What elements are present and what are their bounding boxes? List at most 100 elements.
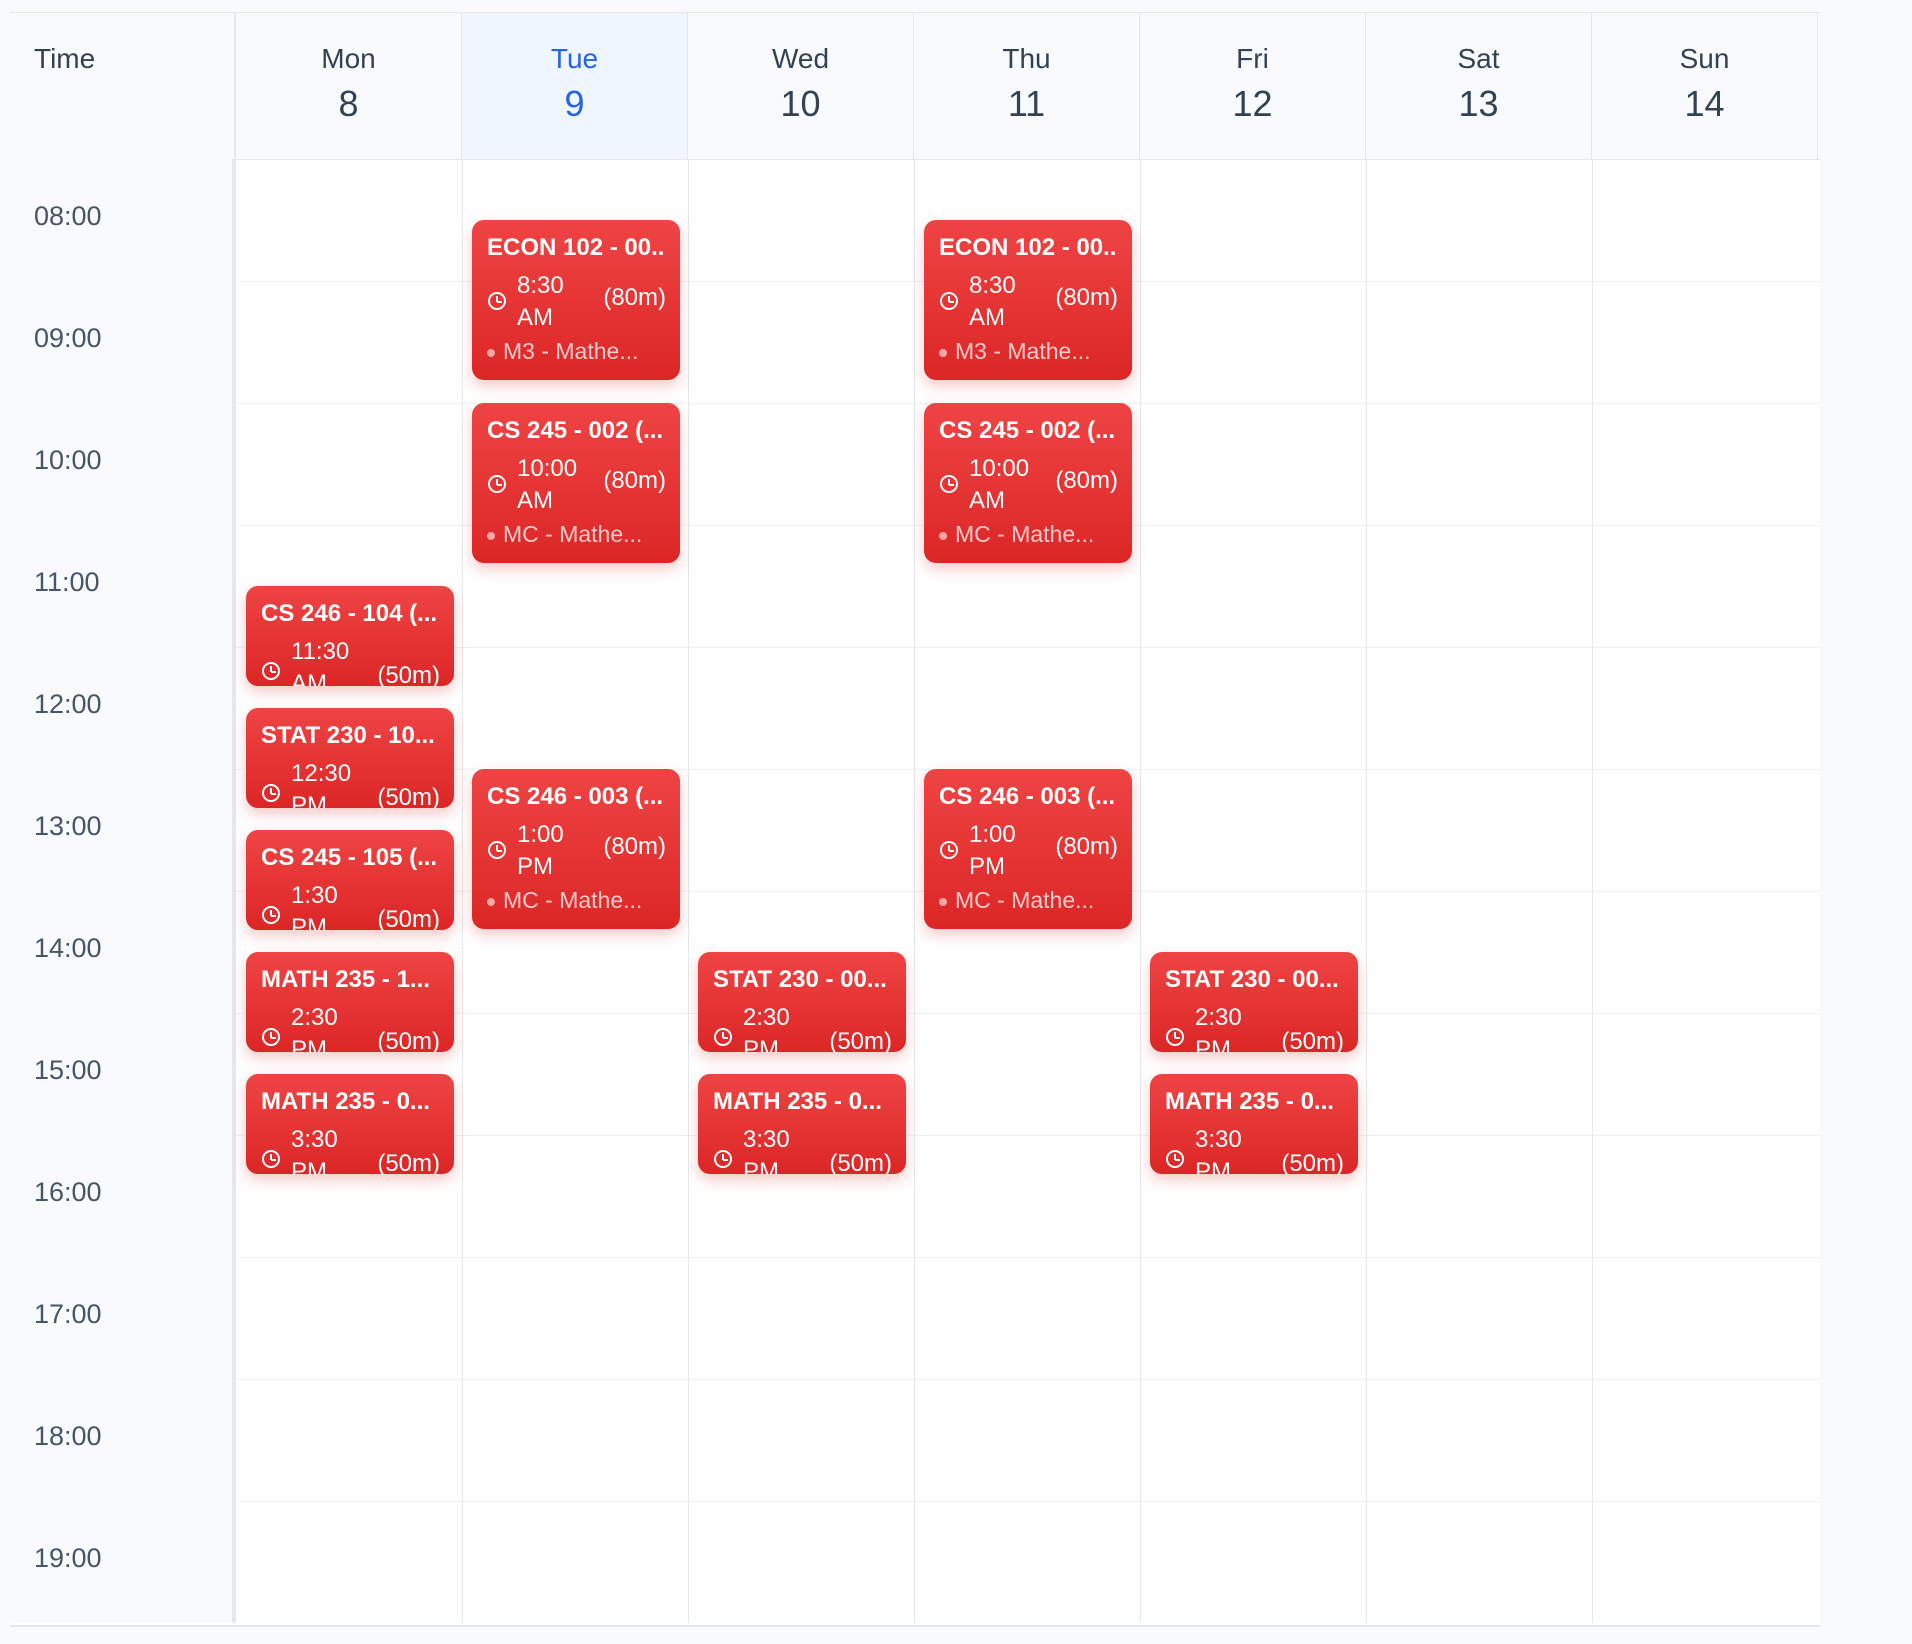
event-time: 11:30 AM: [291, 638, 350, 686]
time-label: 18:00: [34, 1421, 102, 1451]
event-card[interactable]: STAT 230 - 10... 12:30 PM (50m): [246, 708, 454, 808]
event-card[interactable]: STAT 230 - 00... 2:30 PM (50m): [698, 952, 906, 1052]
event-duration: (80m): [1055, 284, 1118, 311]
day-divider: [1592, 159, 1593, 1623]
event-time: 1:30 PM: [291, 882, 338, 930]
event-duration: (80m): [603, 284, 666, 311]
day-name: Wed: [771, 43, 830, 74]
event-time: 3:30 PM: [291, 1126, 338, 1174]
event-title: STAT 230 - 00...: [713, 966, 887, 993]
event-title: CS 246 - 003 (...: [939, 783, 1116, 810]
event-duration: (50m): [1281, 1028, 1344, 1052]
event-card[interactable]: MATH 235 - 0... 3:30 PM (50m): [698, 1074, 906, 1174]
event-card[interactable]: MATH 235 - 0... 3:30 PM (50m): [246, 1074, 454, 1174]
day-header-sun[interactable]: Sun 14: [1592, 13, 1818, 159]
event-title: STAT 230 - 00...: [1165, 966, 1339, 993]
day-name: Fri: [1236, 43, 1269, 74]
day-number: 13: [1458, 83, 1499, 124]
event-duration: (50m): [377, 1028, 440, 1052]
day-number: 12: [1232, 83, 1273, 124]
time-label: 16:00: [34, 1177, 102, 1207]
time-label: 11:00: [34, 567, 100, 597]
event-card[interactable]: MATH 235 - 0... 3:30 PM (50m): [1150, 1074, 1358, 1174]
day-divider: [1366, 159, 1367, 1623]
event-card[interactable]: ECON 102 - 00... 8:30 AM (80m) M3 - Mathe…: [924, 220, 1132, 380]
event-card[interactable]: CS 245 - 002 (... 10:00 AM (80m) MC - Mat…: [472, 403, 680, 563]
event-location-text: MC - Mathe...: [503, 521, 643, 547]
clock-icon: [488, 292, 506, 310]
event-card[interactable]: MATH 235 - 1... 2:30 PM (50m): [246, 952, 454, 1052]
clock-icon: [488, 475, 506, 493]
event-title: CS 245 - 002 (...: [487, 417, 664, 444]
event-location-text: MC - Mathe...: [955, 521, 1095, 547]
event-location: MC - Mathe...: [939, 887, 1118, 914]
event-time: 8:30 AM: [969, 272, 1016, 331]
event-location: M3 - Mathe...: [487, 338, 666, 365]
event-card[interactable]: ECON 102 - 00... 8:30 AM (80m) M3 - Mathe…: [472, 220, 680, 380]
clock-icon: [940, 475, 958, 493]
day-name: Mon: [321, 43, 376, 74]
day-divider: [914, 159, 915, 1623]
time-label: 13:00: [34, 811, 102, 841]
time-label: 19:00: [34, 1543, 102, 1573]
day-header-wed[interactable]: Wed 10: [688, 13, 914, 159]
week-calendar: Time Mon 8 Tue 9 Wed 10 Thu 11 Fri 12 Sa…: [10, 12, 1820, 1627]
clock-icon: [1166, 1150, 1184, 1168]
event-duration: (80m): [1055, 833, 1118, 860]
event-time: 2:30 PM: [1195, 1004, 1242, 1052]
event-title: MATH 235 - 0...: [713, 1088, 882, 1115]
location-pin-icon: [487, 897, 495, 906]
day-number: 14: [1684, 83, 1725, 124]
event-time: 8:30 AM: [517, 272, 564, 331]
event-duration: (50m): [377, 1150, 440, 1174]
hour-divider: [10, 1501, 1820, 1502]
hour-divider: [10, 1379, 1820, 1380]
event-time: 3:30 PM: [743, 1126, 790, 1174]
event-duration: (50m): [1281, 1150, 1344, 1174]
location-pin-icon: [487, 348, 495, 357]
event-card[interactable]: STAT 230 - 00... 2:30 PM (50m): [1150, 952, 1358, 1052]
time-label: 14:00: [34, 933, 102, 963]
hour-divider: [10, 525, 1820, 526]
clock-icon: [488, 841, 506, 859]
time-label: 08:00: [34, 201, 102, 231]
event-card[interactable]: CS 245 - 105 (... 1:30 PM (50m): [246, 830, 454, 930]
event-time: 12:30 PM: [291, 760, 352, 808]
event-title: CS 246 - 104 (...: [261, 600, 438, 627]
event-card[interactable]: CS 245 - 002 (... 10:00 AM (80m) MC - Mat…: [924, 403, 1132, 563]
hour-divider: [10, 1257, 1820, 1258]
event-title: ECON 102 - 00...: [487, 234, 666, 261]
event-duration: (50m): [829, 1150, 892, 1174]
day-name: Sun: [1679, 43, 1730, 74]
event-title: STAT 230 - 10...: [261, 722, 435, 749]
event-title: MATH 235 - 1...: [261, 966, 430, 993]
day-header-tue[interactable]: Tue 9: [462, 13, 688, 159]
day-header-mon[interactable]: Mon 8: [236, 13, 462, 159]
event-location-text: M3 - Mathe...: [503, 338, 639, 364]
event-card[interactable]: CS 246 - 104 (... 11:30 AM (50m): [246, 586, 454, 686]
day-divider: [1140, 159, 1141, 1623]
hour-divider: [10, 403, 1820, 404]
event-time: 2:30 PM: [743, 1004, 790, 1052]
day-header-fri[interactable]: Fri 12: [1140, 13, 1366, 159]
clock-icon: [262, 662, 280, 680]
clock-icon: [714, 1028, 732, 1046]
event-location: MC - Mathe...: [939, 521, 1118, 548]
day-header-sat[interactable]: Sat 13: [1366, 13, 1592, 159]
event-duration: (80m): [603, 833, 666, 860]
time-label: 10:00: [34, 445, 102, 475]
day-number: 9: [564, 83, 585, 124]
day-header-thu[interactable]: Thu 11: [914, 13, 1140, 159]
event-duration: (50m): [377, 662, 440, 686]
location-pin-icon: [487, 531, 495, 540]
time-label: 12:00: [34, 689, 102, 719]
time-column-header: Time: [10, 13, 236, 159]
clock-icon: [1166, 1028, 1184, 1046]
event-duration: (50m): [377, 906, 440, 930]
event-time: 1:00 PM: [969, 821, 1016, 880]
event-title: CS 246 - 003 (...: [487, 783, 664, 810]
event-card[interactable]: CS 246 - 003 (... 1:00 PM (80m) MC - Math…: [924, 769, 1132, 929]
clock-icon: [262, 784, 280, 802]
event-card[interactable]: CS 246 - 003 (... 1:00 PM (80m) MC - Math…: [472, 769, 680, 929]
event-location: M3 - Mathe...: [939, 338, 1118, 365]
